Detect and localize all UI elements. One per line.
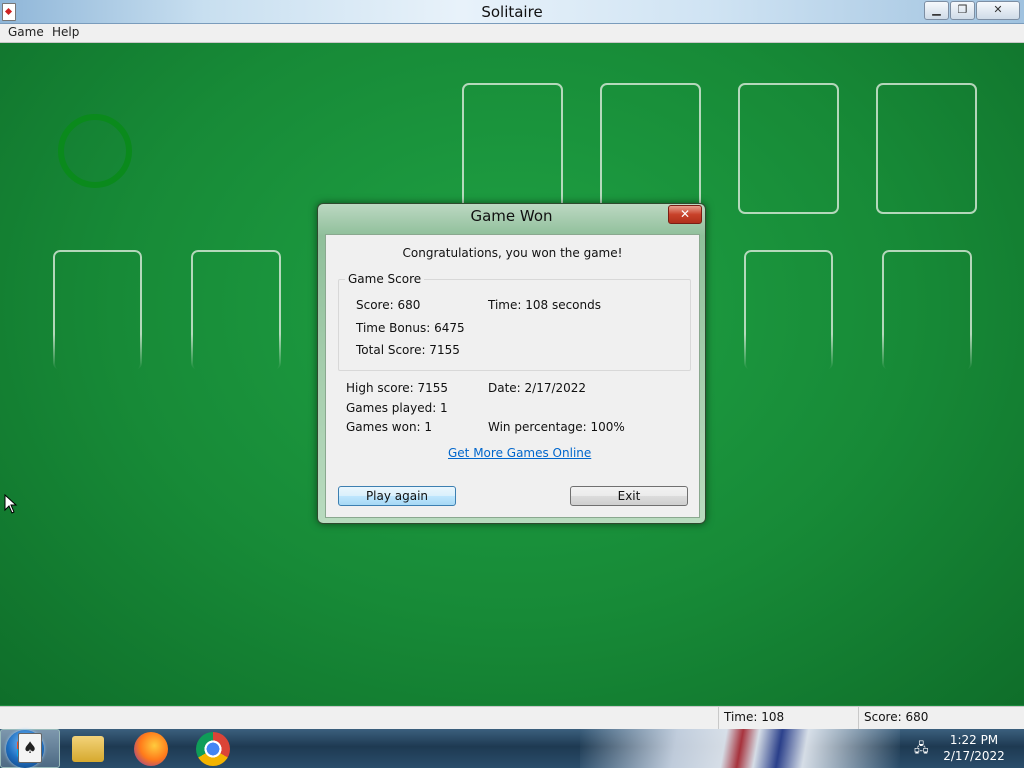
windows-explorer-icon[interactable] <box>72 736 104 762</box>
win-percentage-value: Win percentage: 100% <box>488 420 625 434</box>
status-score: Score: 680 <box>858 707 1024 729</box>
clock-date: 2/17/2022 <box>943 749 1005 763</box>
minimize-button[interactable]: ▁ <box>924 1 949 20</box>
game-score-group: Game Score Score: 680 Time: 108 seconds … <box>338 272 691 371</box>
menu-bar: Game Help <box>0 24 1024 43</box>
tableau-slot-1[interactable] <box>53 250 142 370</box>
tableau-slot-7[interactable] <box>882 250 972 370</box>
window-title: Solitaire <box>481 3 543 21</box>
dialog-close-button[interactable]: ✕ <box>668 205 702 224</box>
menu-help[interactable]: Help <box>50 25 81 39</box>
total-score-value: Total Score: 7155 <box>356 343 460 357</box>
foundation-slot-4[interactable] <box>876 83 977 214</box>
date-value: Date: 2/17/2022 <box>488 381 587 395</box>
game-won-dialog[interactable]: Game Won ✕ Congratulations, you won the … <box>317 203 706 524</box>
maximize-button[interactable]: ❐ <box>950 1 975 20</box>
get-more-games-link[interactable]: Get More Games Online <box>448 446 591 460</box>
games-won-value: Games won: 1 <box>346 420 433 434</box>
foundation-slot-1[interactable] <box>462 83 563 214</box>
time-value: Time: 108 seconds <box>488 298 601 312</box>
chrome-icon[interactable] <box>196 732 230 766</box>
dialog-title: Game Won <box>470 207 553 225</box>
foundation-slot-3[interactable] <box>738 83 839 214</box>
exit-button[interactable]: Exit <box>570 486 688 506</box>
score-value: Score: 680 <box>356 298 421 312</box>
taskbar-wallpaper-art <box>580 729 900 768</box>
taskbar-clock[interactable]: 1:22 PM 2/17/2022 <box>938 732 1010 764</box>
high-score-value: High score: 7155 <box>346 381 449 395</box>
congratulations-message: Congratulations, you won the game! <box>402 246 623 260</box>
game-score-label: Game Score <box>345 272 425 286</box>
time-bonus-value: Time Bonus: 6475 <box>356 321 465 335</box>
clock-time: 1:22 PM <box>949 733 999 747</box>
status-time: Time: 108 <box>718 707 856 729</box>
network-tray-icon[interactable]: 🖧 <box>914 739 930 756</box>
tableau-slot-6[interactable] <box>744 250 833 370</box>
tableau-slot-2[interactable] <box>191 250 281 370</box>
games-played-value: Games played: 1 <box>346 401 448 415</box>
play-again-button[interactable]: Play again <box>338 486 456 506</box>
close-button[interactable]: ✕ <box>976 1 1020 20</box>
taskbar: 🖧 1:22 PM 2/17/2022 <box>0 729 1024 768</box>
firefox-icon[interactable] <box>134 732 168 766</box>
stock-redeal-circle-icon[interactable] <box>58 114 132 188</box>
title-bar[interactable]: Solitaire ▁ ❐ ✕ <box>0 0 1024 24</box>
menu-game[interactable]: Game <box>6 25 46 39</box>
foundation-slot-2[interactable] <box>600 83 701 214</box>
dialog-body: Congratulations, you won the game! Game … <box>325 234 700 518</box>
status-bar: Time: 108 Score: 680 <box>0 706 1024 729</box>
